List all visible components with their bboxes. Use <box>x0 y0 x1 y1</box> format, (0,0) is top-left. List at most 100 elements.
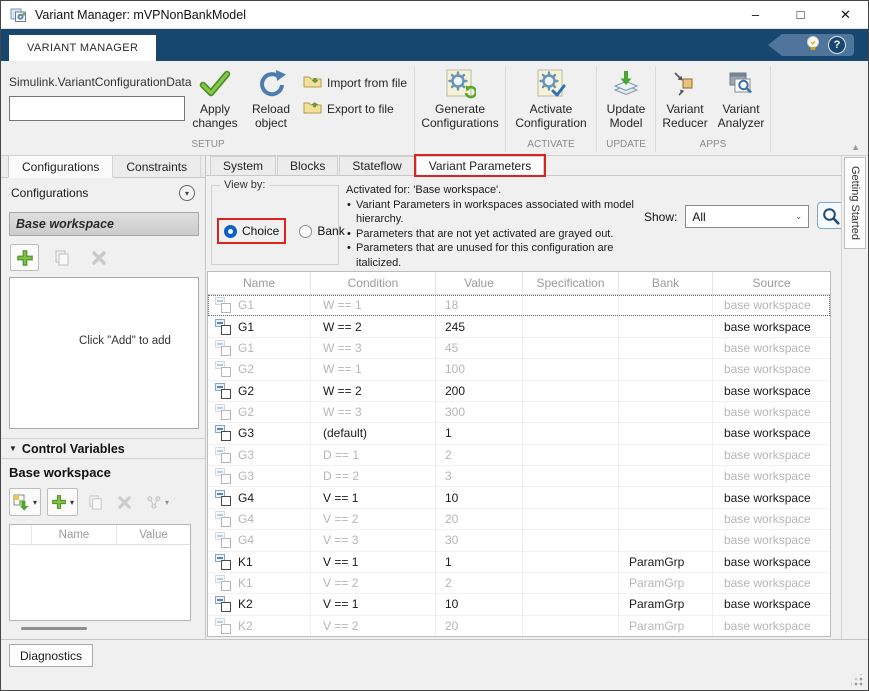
view-by-legend: View by: <box>220 179 269 191</box>
cell-specification <box>523 381 619 401</box>
tab-system[interactable]: System <box>210 156 276 175</box>
delete-x-icon <box>117 495 132 510</box>
collapse-ribbon-icon[interactable]: ▲ <box>851 142 860 152</box>
dropdown-chevron-icon: ▾ <box>33 498 37 507</box>
variant-reducer-button[interactable]: Variant Reducer <box>657 63 713 130</box>
copy-variable-button[interactable] <box>84 488 107 516</box>
add-variable-button[interactable]: ▾ <box>47 488 78 516</box>
cell-specification <box>523 295 619 315</box>
apply-check-icon <box>199 66 231 102</box>
reload-object-button[interactable]: Reload object <box>243 63 299 130</box>
cell-source: base workspace <box>713 573 830 593</box>
control-variables-header[interactable]: ▼ Control Variables <box>1 438 205 459</box>
table-row[interactable]: G3D == 23base workspace <box>208 466 830 487</box>
table-row[interactable]: G1W == 345base workspace <box>208 338 830 359</box>
copy-configuration-button[interactable] <box>47 244 76 271</box>
col-value[interactable]: Value <box>436 272 523 294</box>
col-specification[interactable]: Specification <box>523 272 619 294</box>
show-filter-select[interactable]: All ⌄ <box>685 205 809 228</box>
tab-configurations[interactable]: Configurations <box>8 156 113 178</box>
cell-name: G4 <box>208 487 311 507</box>
cell-bank <box>619 359 713 379</box>
reload-icon <box>256 66 286 102</box>
delete-variable-button[interactable] <box>113 488 136 516</box>
table-row[interactable]: K1V == 11ParamGrpbase workspace <box>208 552 830 573</box>
update-model-button[interactable]: Update Model <box>598 63 654 130</box>
col-name[interactable]: Name <box>208 272 311 294</box>
configurations-panel: Configurations Constraints Configuration… <box>1 156 206 641</box>
diagnostics-button[interactable]: Diagnostics <box>9 644 93 667</box>
cell-source: base workspace <box>713 381 830 401</box>
table-row[interactable]: G1W == 2245base workspace <box>208 316 830 337</box>
cell-source: base workspace <box>713 466 830 486</box>
table-row[interactable]: G3(default)1base workspace <box>208 423 830 444</box>
resize-grip-icon[interactable] <box>851 674 863 686</box>
parameter-table-body: G1W == 118base workspaceG1W == 2245base … <box>208 295 830 636</box>
table-row[interactable]: G3D == 12base workspace <box>208 445 830 466</box>
section-generate: Generate Configurations <box>416 63 504 155</box>
lightbulb-icon[interactable] <box>806 35 820 56</box>
import-variables-button[interactable]: ▾ <box>9 488 41 516</box>
col-condition[interactable]: Condition <box>311 272 436 294</box>
cell-name: K2 <box>208 616 311 636</box>
tab-blocks[interactable]: Blocks <box>277 156 338 175</box>
object-name-input[interactable] <box>9 96 185 121</box>
cell-value: 20 <box>436 616 523 636</box>
table-row[interactable]: G4V == 330base workspace <box>208 530 830 551</box>
table-row[interactable]: G4V == 110base workspace <box>208 487 830 508</box>
table-row[interactable]: K2V == 110ParamGrpbase workspace <box>208 594 830 615</box>
view-by-groupbox: View by: Choice Bank <box>211 185 339 265</box>
minimize-button[interactable]: – <box>733 1 778 28</box>
getting-started-tab[interactable]: Getting Started <box>844 157 866 249</box>
col-bank[interactable]: Bank <box>619 272 713 294</box>
horizontal-scrollbar[interactable] <box>21 627 87 630</box>
add-configuration-button[interactable] <box>10 244 39 271</box>
cell-specification <box>523 594 619 614</box>
cell-name: G3 <box>208 466 311 486</box>
tab-constraints[interactable]: Constraints <box>113 156 201 177</box>
activate-configuration-button[interactable]: Activate Configuration <box>507 63 595 130</box>
col-source[interactable]: Source <box>713 272 830 294</box>
panel-menu-icon[interactable]: ▾ <box>179 185 195 201</box>
table-row[interactable]: G2W == 3300base workspace <box>208 402 830 423</box>
tab-stateflow[interactable]: Stateflow <box>339 156 414 175</box>
variant-parameter-icon <box>215 532 231 548</box>
variant-analyzer-button[interactable]: Variant Analyzer <box>713 63 769 130</box>
copy-icon <box>88 495 103 510</box>
generate-configurations-button[interactable]: Generate Configurations <box>416 63 504 130</box>
tab-variant-parameters[interactable]: Variant Parameters <box>416 156 545 175</box>
table-row[interactable]: G4V == 220base workspace <box>208 509 830 530</box>
cell-specification <box>523 509 619 529</box>
status-bar: Diagnostics <box>1 639 868 690</box>
control-variables-table[interactable]: Name Value <box>9 524 191 621</box>
variant-parameter-icon <box>215 468 231 484</box>
variant-parameters-pane: System Blocks Stateflow Variant Paramete… <box>206 156 842 641</box>
export-to-file-button[interactable]: Export to file <box>303 100 407 117</box>
cell-value: 1 <box>436 552 523 572</box>
delete-configuration-button[interactable] <box>84 244 113 271</box>
cell-bank <box>619 316 713 336</box>
cell-specification <box>523 487 619 507</box>
variant-parameter-icon <box>215 404 231 420</box>
help-icon[interactable]: ? <box>828 36 846 54</box>
maximize-button[interactable]: □ <box>778 1 823 28</box>
cell-source: base workspace <box>713 316 830 336</box>
configurations-list[interactable]: Click "Add" to add <box>9 277 199 429</box>
section-activate: Activate Configuration ACTIVATE <box>507 63 595 155</box>
cell-condition: W == 1 <box>311 359 436 379</box>
link-variable-button[interactable]: ▾ <box>142 488 173 516</box>
cell-bank <box>619 338 713 358</box>
table-row[interactable]: G2W == 2200base workspace <box>208 381 830 402</box>
close-button[interactable]: ✕ <box>823 1 868 28</box>
radio-bank[interactable]: Bank <box>294 220 349 242</box>
table-row[interactable]: G2W == 1100base workspace <box>208 359 830 380</box>
cell-value: 200 <box>436 381 523 401</box>
cell-bank: ParamGrp <box>619 594 713 614</box>
table-row[interactable]: K1V == 22ParamGrpbase workspace <box>208 573 830 594</box>
radio-choice[interactable]: Choice <box>217 218 286 244</box>
apply-changes-button[interactable]: Apply changes <box>187 63 243 130</box>
table-row[interactable]: K2V == 220ParamGrpbase workspace <box>208 616 830 636</box>
import-from-file-button[interactable]: Import from file <box>303 74 407 91</box>
table-row[interactable]: G1W == 118base workspace <box>208 295 830 316</box>
tab-variant-manager[interactable]: VARIANT MANAGER <box>9 35 156 61</box>
